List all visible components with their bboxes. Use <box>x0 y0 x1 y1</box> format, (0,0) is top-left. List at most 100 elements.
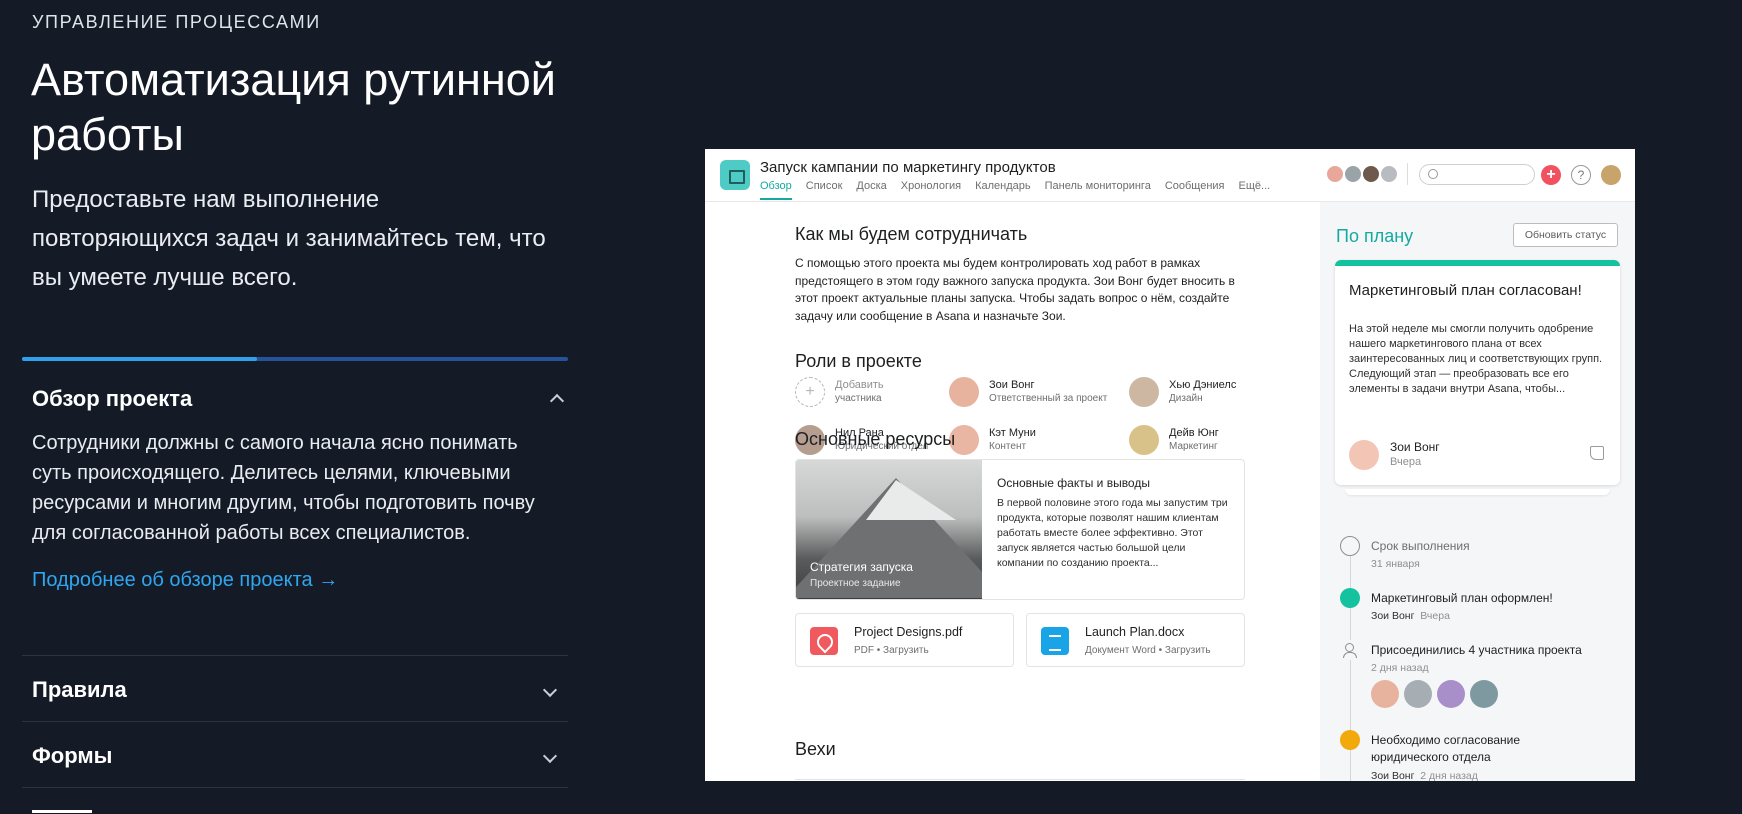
status-date: Вчера <box>1390 456 1422 468</box>
project-tabs: Обзор Список Доска Хронология Календарь … <box>760 180 1270 200</box>
file-name: Project Designs.pdf <box>854 625 963 639</box>
role-member[interactable]: Кэт Муни Контент <box>949 425 1119 457</box>
pdf-icon <box>810 627 838 655</box>
role-name: Дейв Юнг <box>1169 427 1219 439</box>
people-icon <box>1340 640 1360 660</box>
chevron-down-icon[interactable] <box>542 748 558 764</box>
avatar <box>1129 377 1159 407</box>
brief-title: Основные факты и выводы <box>997 476 1150 490</box>
timeline-author: Зои Вонг <box>1371 610 1415 622</box>
resources-heading: Основные ресурсы <box>795 429 956 449</box>
role-name: Добавить <box>835 379 884 391</box>
timeline-when: Вчера <box>1420 610 1450 622</box>
role-member[interactable]: Зои Вонг Ответственный за проект <box>949 377 1119 409</box>
add-member[interactable]: + Добавить участника <box>795 377 965 409</box>
status-author: Зои Вонг <box>1390 440 1440 454</box>
avatar <box>1371 680 1399 708</box>
tab-dashboard[interactable]: Панель мониторинга <box>1045 180 1151 200</box>
calendar-icon <box>1340 536 1360 556</box>
avatar <box>1379 164 1399 184</box>
tab-timeline[interactable]: Хронология <box>901 180 961 200</box>
search-input[interactable] <box>1419 164 1535 185</box>
avatar <box>1325 164 1345 184</box>
brief-body: В первой половине этого года мы запустим… <box>997 497 1228 569</box>
milestones-heading: Вехи <box>795 739 836 759</box>
timeline-when: 2 дня назад <box>1420 770 1478 781</box>
divider <box>1407 163 1408 185</box>
timeline-title: Присоединились 4 участника проекта <box>1371 643 1582 657</box>
chevron-down-icon[interactable] <box>542 682 558 698</box>
member-avatars[interactable] <box>1325 164 1399 184</box>
section-eyebrow: УПРАВЛЕНИЕ ПРОЦЕССАМИ <box>32 12 321 32</box>
brief-image-sub: Проектное задание <box>810 578 901 589</box>
accordion-progress-track <box>22 357 568 361</box>
project-icon <box>720 160 750 190</box>
tab-more[interactable]: Ещё... <box>1239 180 1271 200</box>
file-name: Launch Plan.docx <box>1085 625 1185 639</box>
accordion-body: Сотрудники должны с самого начала ясно п… <box>32 432 535 544</box>
help-icon[interactable]: ? <box>1571 165 1591 185</box>
file-meta: PDF • Загрузить <box>854 645 929 656</box>
timeline-author: Зои Вонг <box>1371 770 1415 781</box>
learn-more-link[interactable]: Подробнее об обзоре проекта → <box>32 569 338 592</box>
tab-board[interactable]: Доска <box>856 180 886 200</box>
project-brief-card[interactable]: Стратегия запуска Проектное задание Осно… <box>795 459 1245 600</box>
brief-image: Стратегия запуска Проектное задание <box>796 460 982 599</box>
approval-pending-icon <box>1340 730 1360 750</box>
role-member[interactable]: Хью Дэниелс Дизайн <box>1129 377 1299 409</box>
search-icon <box>1428 169 1438 179</box>
status-card-title: Маркетинговый план согласован! <box>1349 282 1582 299</box>
divider <box>22 721 568 722</box>
role-sub: Дизайн <box>1169 393 1203 404</box>
accordion-title[interactable]: Правила <box>32 677 127 703</box>
roles-heading: Роли в проекте <box>795 351 922 371</box>
accordion-progress-fill <box>22 357 257 361</box>
overview-main: Как мы будем сотрудничать С помощью этог… <box>795 202 1250 781</box>
tab-overview[interactable]: Обзор <box>760 180 792 200</box>
status-panel: По плану Обновить статус Маркетинговый п… <box>1320 202 1635 781</box>
project-title: Запуск кампании по маркетингу продуктов <box>760 159 1056 176</box>
accordion-title[interactable]: Обзор проекта <box>32 386 192 412</box>
avatar <box>1404 680 1432 708</box>
avatar <box>1343 164 1363 184</box>
avatar <box>1437 680 1465 708</box>
brief-image-title: Стратегия запуска <box>810 560 913 574</box>
timeline-sub: 31 января <box>1371 558 1420 570</box>
timeline-title: Необходимо согласование юридического отд… <box>1371 733 1521 764</box>
stacked-card-edge <box>1345 489 1610 495</box>
app-header: Запуск кампании по маркетингу продуктов … <box>705 149 1635 202</box>
new-members-avatars <box>1371 680 1498 708</box>
thumbs-up-icon[interactable] <box>1590 446 1604 460</box>
product-screenshot: Запуск кампании по маркетингу продуктов … <box>705 149 1635 781</box>
tab-messages[interactable]: Сообщения <box>1165 180 1225 200</box>
status-update-card[interactable]: Маркетинговый план согласован! На этой н… <box>1335 260 1620 485</box>
role-sub: участника <box>835 393 882 404</box>
role-sub: Маркетинг <box>1169 441 1218 452</box>
tab-list[interactable]: Список <box>806 180 843 200</box>
avatar[interactable] <box>1601 165 1621 185</box>
role-member[interactable]: Дейв Юнг Маркетинг <box>1129 425 1299 457</box>
role-name: Зои Вонг <box>989 379 1035 391</box>
file-attachment[interactable]: Project Designs.pdf PDF • Загрузить <box>795 613 1014 667</box>
timeline-sub: Зои Вонг 2 дня назад <box>1371 770 1478 781</box>
status-label: По плану <box>1336 226 1414 246</box>
avatar <box>1361 164 1381 184</box>
update-status-button[interactable]: Обновить статус <box>1513 223 1618 247</box>
avatar <box>1129 425 1159 455</box>
role-name: Кэт Муни <box>989 427 1036 439</box>
file-meta: Документ Word • Загрузить <box>1085 645 1211 656</box>
role-name: Хью Дэниелс <box>1169 379 1237 391</box>
hero-description: Предоставьте нам выполнение повторяющихс… <box>32 186 546 291</box>
plus-icon[interactable]: + <box>1541 165 1561 185</box>
role-sub: Ответственный за проект <box>989 393 1108 404</box>
document-icon <box>1041 627 1069 655</box>
tab-calendar[interactable]: Календарь <box>975 180 1031 200</box>
accordion-item-next[interactable] <box>32 806 92 814</box>
timeline-sub: Зои Вонг Вчера <box>1371 610 1450 622</box>
overview-text: С помощью этого проекта мы будем контрол… <box>795 256 1235 323</box>
accordion-title[interactable]: Формы <box>32 743 112 769</box>
chevron-up-icon[interactable] <box>549 393 565 409</box>
divider <box>795 779 1245 780</box>
file-attachment[interactable]: Launch Plan.docx Документ Word • Загрузи… <box>1026 613 1245 667</box>
add-member-icon[interactable]: + <box>795 377 825 407</box>
